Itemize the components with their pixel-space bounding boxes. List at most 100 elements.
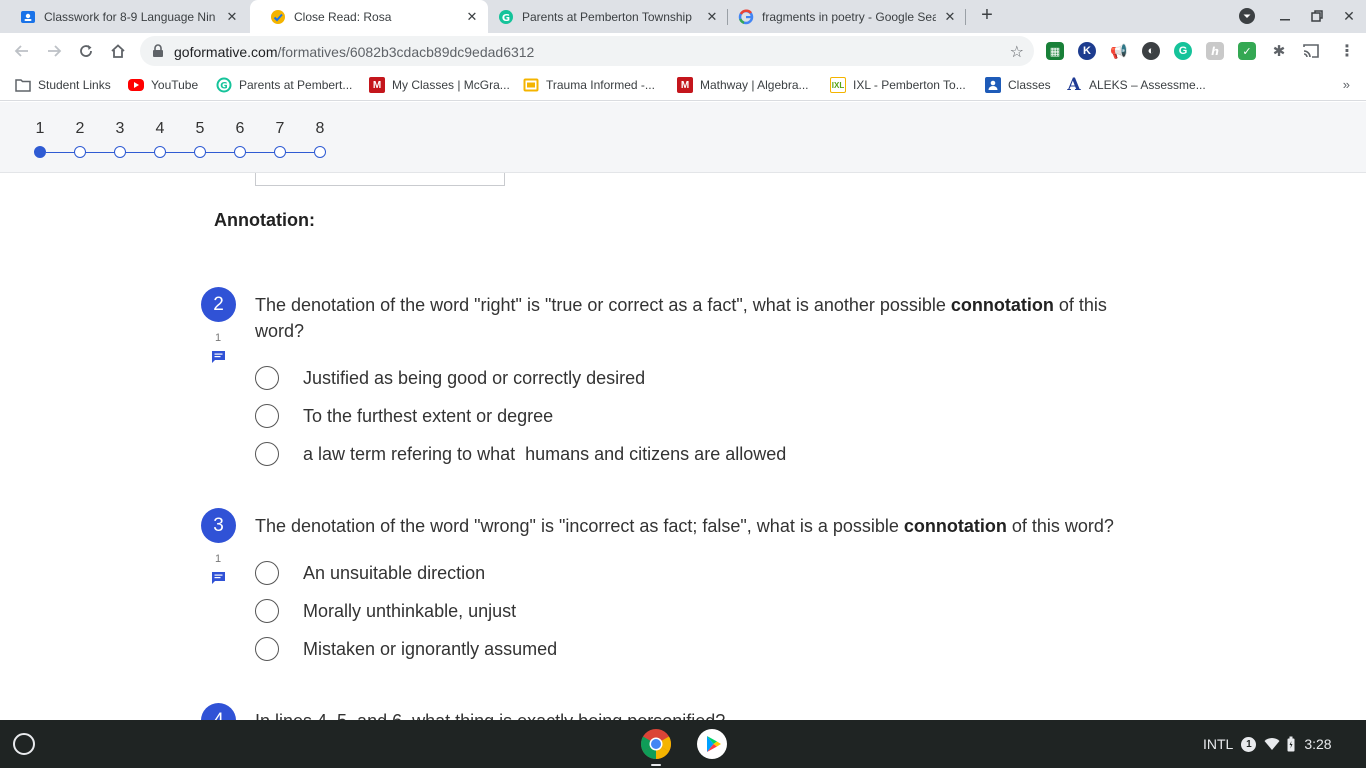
cast-icon[interactable] — [1302, 42, 1320, 60]
answer-choice[interactable]: Morally unthinkable, unjust — [255, 598, 516, 624]
radio-button[interactable] — [255, 599, 279, 623]
window-close-icon[interactable]: ✕ — [1340, 7, 1358, 25]
url-path: /formatives/6082b3cdacb89dc9edad6312 — [277, 44, 535, 60]
radio-button[interactable] — [255, 366, 279, 390]
kami-icon[interactable]: K — [1078, 42, 1096, 60]
step-number[interactable]: 7 — [270, 120, 290, 138]
bookmark-mathway[interactable]: M Mathway | Algebra... — [677, 76, 809, 94]
read-aloud-icon[interactable]: ◐ — [1142, 42, 1160, 60]
bookmark-youtube[interactable]: YouTube — [128, 76, 198, 94]
tab-close-read-rosa[interactable]: Close Read: Rosa ✕ — [250, 0, 488, 33]
answer-choice[interactable]: To the furthest extent or degree — [255, 403, 553, 429]
comment-icon[interactable] — [211, 350, 226, 363]
chrome-icon[interactable] — [640, 728, 672, 760]
radio-button[interactable] — [255, 561, 279, 585]
bookmark-label: Classes — [1008, 78, 1051, 92]
step-dot[interactable] — [234, 146, 246, 158]
address-bar[interactable]: goformative.com/formatives/6082b3cdacb89… — [140, 36, 1034, 66]
step-dot[interactable] — [114, 146, 126, 158]
browser-toolbar: goformative.com/formatives/6082b3cdacb89… — [0, 33, 1366, 69]
home-icon[interactable] — [107, 40, 129, 62]
step-dot[interactable] — [194, 146, 206, 158]
running-app-indicator — [651, 764, 661, 766]
checklist-extension-icon[interactable]: ✓ — [1238, 42, 1256, 60]
tab-strip: Classwork for 8-9 Language Nin ✕ Close R… — [0, 0, 1366, 33]
step-number[interactable]: 6 — [230, 120, 250, 138]
answer-choice[interactable]: a law term refering to what humans and c… — [255, 441, 786, 467]
url-host: goformative.com — [174, 44, 278, 60]
step-number[interactable]: 2 — [70, 120, 90, 138]
forward-arrow-icon[interactable] — [43, 40, 65, 62]
close-icon[interactable]: ✕ — [942, 9, 958, 25]
tab-parents-pemberton[interactable]: G Parents at Pemberton Township ✕ — [478, 0, 728, 33]
answer-choice[interactable]: Justified as being good or correctly des… — [255, 365, 645, 391]
bookmark-student-links[interactable]: Student Links — [15, 76, 111, 94]
radio-button[interactable] — [255, 637, 279, 661]
bookmark-ixl[interactable]: IXL IXL - Pemberton To... — [830, 76, 966, 94]
step-dot[interactable] — [34, 146, 46, 158]
ime-indicator[interactable]: INTL — [1203, 736, 1233, 752]
step-number[interactable]: 8 — [310, 120, 330, 138]
minimize-icon[interactable] — [1276, 7, 1294, 25]
extensions-puzzle-icon[interactable]: ✱ — [1270, 42, 1288, 60]
step-dot[interactable] — [74, 146, 86, 158]
tab-search-icon[interactable] — [1238, 7, 1256, 25]
menu-kebab-icon[interactable]: ⋮ — [1338, 42, 1356, 60]
clock-time[interactable]: 3:28 — [1304, 736, 1331, 752]
tab-fragments-google[interactable]: fragments in poetry - Google Sea ✕ — [718, 0, 966, 33]
radio-button[interactable] — [255, 404, 279, 428]
ixl-icon: IXL — [830, 77, 846, 93]
bookmark-parents-pemberton[interactable]: G Parents at Pembert... — [216, 76, 352, 94]
step-dot[interactable] — [154, 146, 166, 158]
choice-label: Justified as being good or correctly des… — [303, 367, 646, 388]
system-tray[interactable]: INTL 1 3:28 — [1203, 733, 1332, 755]
answer-choice[interactable]: An unsuitable direction — [255, 560, 485, 586]
bookmark-label: YouTube — [151, 78, 199, 92]
bookmark-aleks[interactable]: A ALEKS – Assessme... — [1066, 75, 1205, 95]
bookmark-label: Trauma Informed -... — [546, 78, 655, 92]
radio-button[interactable] — [255, 442, 279, 466]
step-number[interactable]: 5 — [190, 120, 210, 138]
classes-person-icon — [985, 77, 1001, 93]
grammarly-extension-icon[interactable]: G — [1174, 42, 1192, 60]
step-dot[interactable] — [314, 146, 326, 158]
restore-icon[interactable] — [1308, 7, 1326, 25]
google-sheets-icon[interactable]: ▦ — [1046, 42, 1064, 60]
question-text-emphasis: connotation — [950, 295, 1054, 315]
question-text: The denotation of the word "wrong" is "i… — [255, 513, 1215, 539]
question-text: In lines 4, 5, and 6, what thing is exac… — [255, 708, 1155, 720]
bookmark-classes[interactable]: Classes — [985, 76, 1051, 94]
play-store-icon[interactable] — [696, 728, 728, 760]
tab-classwork[interactable]: Classwork for 8-9 Language Nin ✕ — [0, 0, 248, 33]
bookmark-label: Student Links — [38, 78, 111, 92]
wifi-icon — [1264, 738, 1280, 750]
bookmark-mcgraw[interactable]: M My Classes | McGra... — [369, 76, 510, 94]
back-arrow-icon[interactable] — [11, 40, 33, 62]
previous-answer-box[interactable] — [255, 173, 505, 186]
launcher-circle-icon[interactable] — [13, 733, 35, 755]
bookmark-star-icon[interactable]: ☆ — [1010, 42, 1024, 62]
bookmarks-overflow-chevron-icon[interactable]: » — [1343, 77, 1350, 92]
lock-icon[interactable] — [152, 44, 164, 58]
new-tab-plus-icon[interactable]: + — [976, 5, 998, 27]
close-icon[interactable]: ✕ — [224, 9, 240, 25]
tab-separator — [965, 9, 966, 25]
step-number[interactable]: 3 — [110, 120, 130, 138]
reload-icon[interactable] — [75, 40, 97, 62]
comment-icon[interactable] — [211, 571, 226, 584]
folder-icon — [15, 77, 31, 93]
tab-title: fragments in poetry - Google Sea — [762, 9, 936, 24]
annotation-label: Annotation: — [214, 210, 315, 230]
question-text-part: The denotation of the word "wrong" is "i… — [255, 516, 904, 536]
step-dot[interactable] — [274, 146, 286, 158]
svg-text:G: G — [220, 82, 227, 92]
step-number[interactable]: 1 — [30, 120, 50, 138]
bookmark-trauma-informed[interactable]: Trauma Informed -... — [523, 76, 655, 94]
google-slides-icon — [523, 77, 539, 93]
choice-label: a law term refering to what humans and c… — [303, 443, 787, 464]
notification-badge[interactable]: 1 — [1241, 736, 1257, 752]
answer-choice[interactable]: Mistaken or ignorantly assumed — [255, 636, 557, 662]
megaphone-icon[interactable]: 📢 — [1110, 42, 1128, 60]
step-number[interactable]: 4 — [150, 120, 170, 138]
extension-gray-icon[interactable]: ℎ — [1206, 42, 1224, 60]
